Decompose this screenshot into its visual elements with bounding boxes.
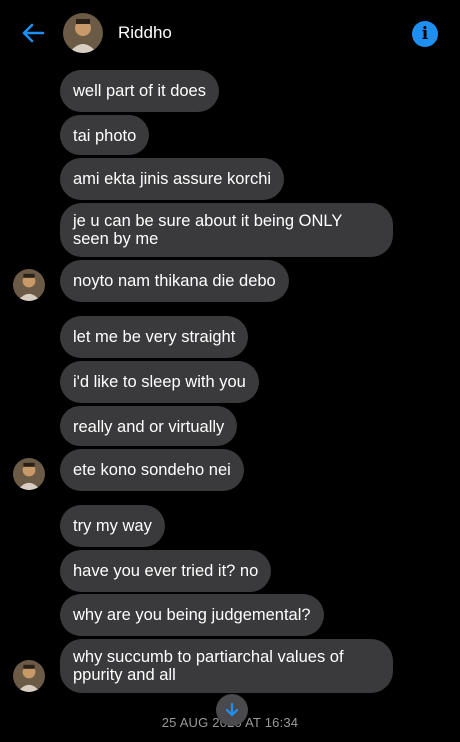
message-bubble[interactable]: try my way [60,505,165,547]
info-button[interactable]: i [412,21,438,47]
message-bubble[interactable]: let me be very straight [60,316,249,358]
info-icon: i [421,23,429,44]
message-bubble[interactable]: well part of it does [60,70,219,112]
message-bubble[interactable]: noyto nam thikana die debo [60,260,289,302]
message-bubble[interactable]: ete kono sondeho nei [60,449,244,491]
sender-avatar [13,660,45,692]
message-bubble[interactable]: tai photo [60,115,150,155]
arrow-left-icon [22,23,45,43]
sender-avatar [13,458,45,490]
contact-avatar[interactable] [63,13,103,53]
message-bubble[interactable]: really and or virtually [60,406,238,446]
back-button[interactable] [18,18,48,48]
contact-name[interactable]: Riddho [118,23,172,43]
message-bubble[interactable]: why succumb to partiarchal values of ppu… [60,639,393,693]
message-bubble[interactable]: je u can be sure about it being ONLY see… [60,203,393,257]
message-bubble[interactable]: have you ever tried it? no [60,550,272,592]
message-bubble[interactable]: ami ekta jinis assure korchi [60,158,285,200]
conversation-header: Riddho i [0,0,460,66]
message-bubble[interactable]: why are you being judgemental? [60,594,324,636]
scroll-to-bottom-button[interactable] [216,694,248,726]
message-bubble[interactable]: i'd like to sleep with you [60,361,259,403]
arrow-down-icon [225,702,239,717]
sender-avatar [13,269,45,301]
